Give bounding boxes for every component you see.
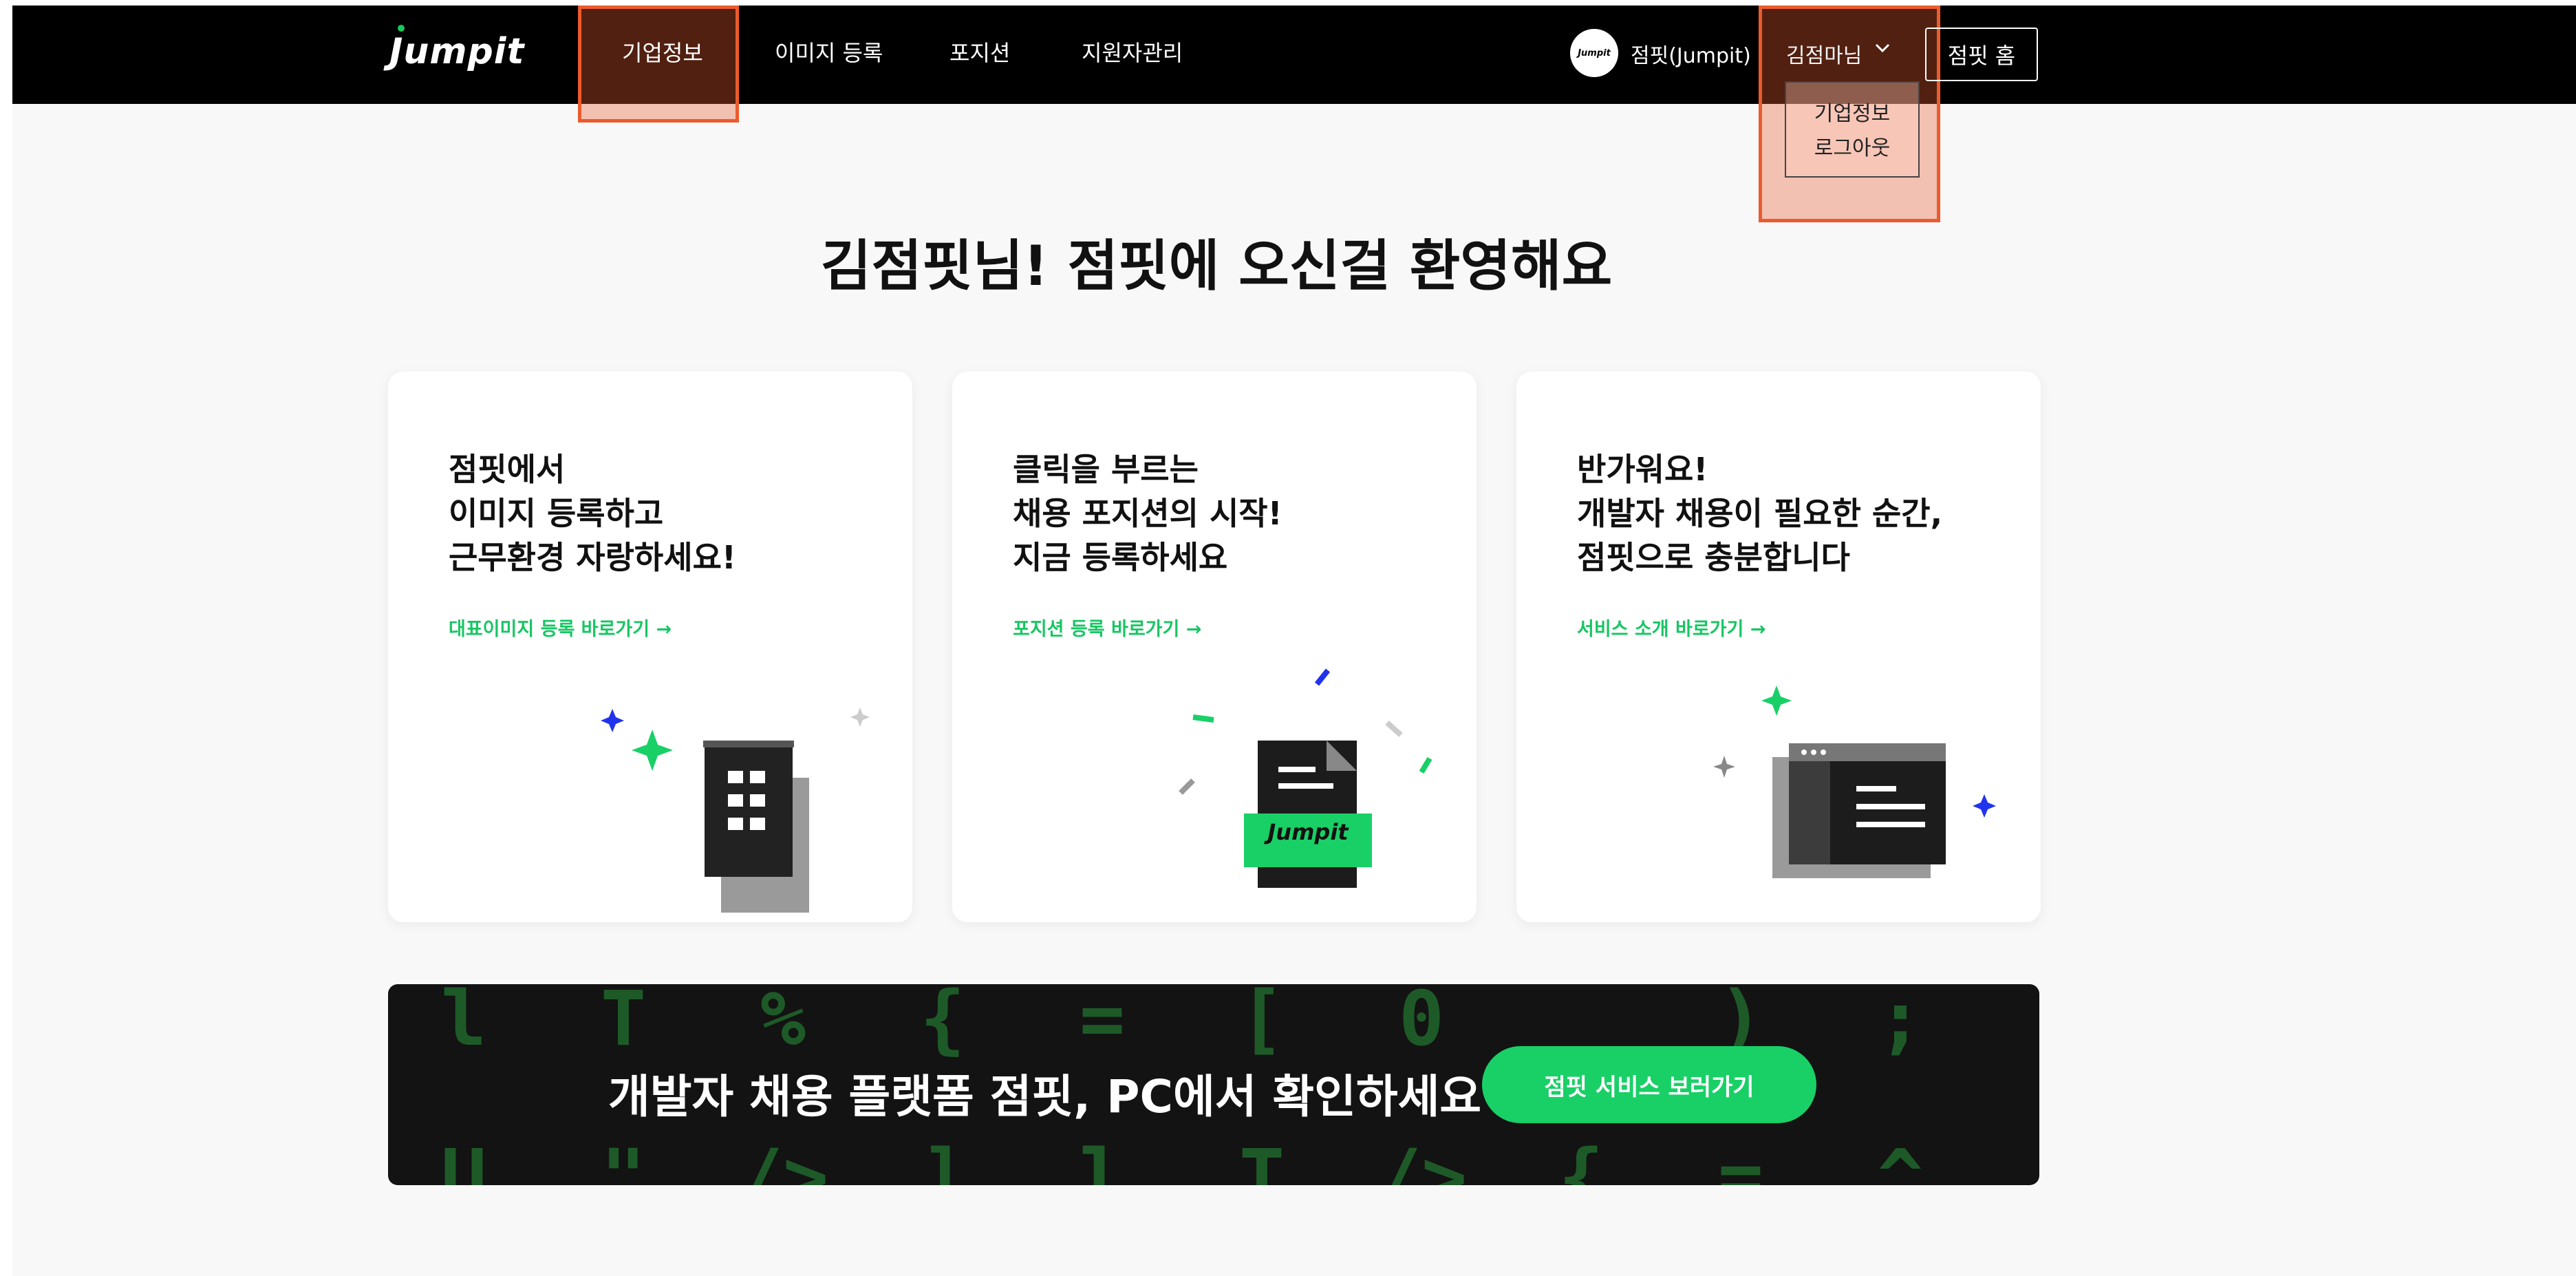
pc-service-banner: l T%{=[0 _); U "/>] l T/>{= ^ 개발자 채용 플랫폼 점핏, P…: [388, 984, 2039, 1185]
jumpit-home-button[interactable]: 점핏 홈: [1925, 28, 2038, 81]
user-dropdown-menu: 기업정보 로그아웃: [1785, 81, 1920, 178]
banner-code-symbol: />: [738, 1133, 828, 1185]
user-menu-toggle[interactable]: 김점마님: [1786, 39, 1862, 69]
nav-item-applicants[interactable]: 지원자관리: [1082, 36, 1183, 67]
banner-code-symbol: {: [1558, 1133, 1604, 1185]
dropdown-item-logout[interactable]: 로그아웃: [1786, 131, 1918, 161]
banner-code-symbol: l: [1080, 1133, 1125, 1185]
card-position-register[interactable]: 클릭을 부르는 채용 포지션의 시작! 지금 등록하세요 포지션 등록 바로가기…: [952, 372, 1477, 922]
building-icon: [601, 708, 870, 913]
dropdown-item-company-info[interactable]: 기업정보: [1786, 96, 1918, 127]
nav-item-positions[interactable]: 포지션: [949, 36, 1010, 67]
banner-code-symbol: {: [920, 984, 965, 1063]
banner-code-symbol: [: [1239, 984, 1285, 1063]
chevron-down-icon[interactable]: [1874, 40, 1891, 56]
jumpit-logo[interactable]: Jumpit: [389, 31, 524, 72]
nav-item-company-info[interactable]: 기업정보: [622, 36, 703, 67]
banner-code-symbol: ^: [1878, 1133, 1923, 1185]
banner-code-symbol: />: [1376, 1133, 1467, 1185]
banner-code-symbol: T: [601, 984, 646, 1063]
banner-code-symbol: U: [441, 1133, 486, 1185]
nav-item-image-register[interactable]: 이미지 등록: [775, 36, 883, 67]
banner-code-symbol: ]: [920, 1133, 965, 1185]
banner-code-symbol: =: [1718, 1133, 1763, 1185]
banner-code-symbol: ": [601, 1133, 646, 1185]
welcome-heading: 김점핏님! 점핏에 오신걸 환영해요: [820, 234, 1613, 298]
company-avatar: Jumpit: [1570, 29, 1618, 77]
banner-code-symbol: T: [1239, 1133, 1285, 1185]
banner-headline: 개발자 채용 플랫폼 점핏, PC에서 확인하세요: [608, 1070, 1482, 1123]
service-view-button[interactable]: 점핏 서비스 보러가기: [1482, 1046, 1816, 1123]
browser-window-icon: [1713, 685, 1996, 878]
document-jumpit-label: Jumpit: [1267, 819, 1349, 845]
banner-code-symbol: %: [760, 984, 806, 1063]
card-service-intro[interactable]: 반가워요! 개발자 채용이 필요한 순간, 점핏으로 충분합니다 서비스 소개 …: [1516, 372, 2041, 922]
company-name: 점핏(Jumpit): [1631, 44, 1751, 68]
banner-code-symbol: l: [441, 984, 486, 1063]
document-icon: [1179, 668, 1432, 888]
banner-code-symbol: ;: [1878, 984, 1923, 1063]
banner-code-symbol: =: [1080, 984, 1125, 1063]
card-image-register[interactable]: 점핏에서 이미지 등록하고 근무환경 자랑하세요! 대표이미지 등록 바로가기 …: [388, 372, 912, 922]
banner-code-symbol: 0: [1399, 984, 1444, 1063]
